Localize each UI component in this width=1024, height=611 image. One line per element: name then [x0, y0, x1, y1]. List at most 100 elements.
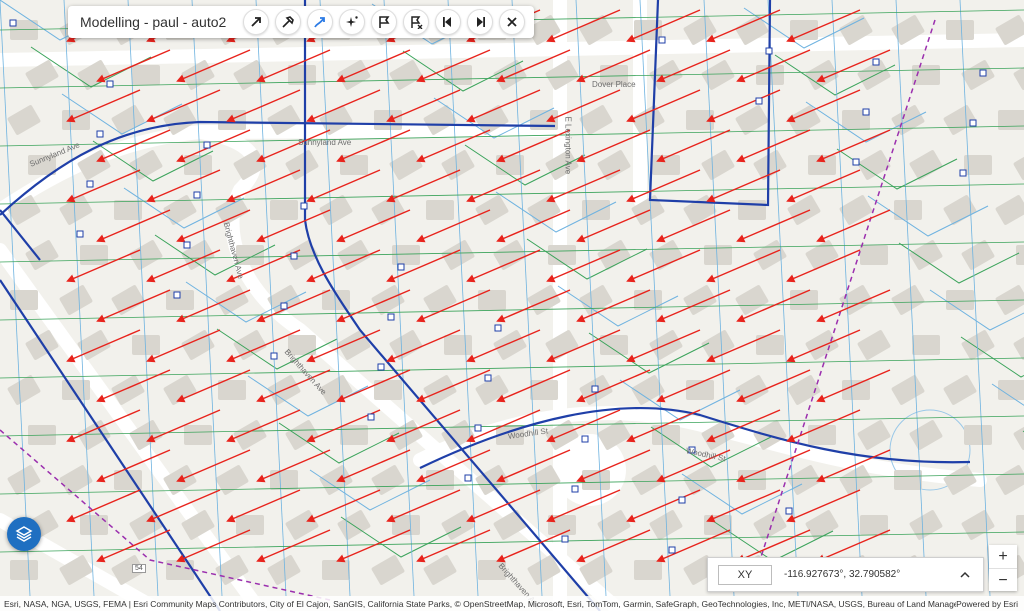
building	[62, 380, 90, 400]
sparkle-magic-button[interactable]	[339, 9, 366, 35]
building	[426, 470, 454, 490]
junction-node	[290, 252, 298, 260]
building	[808, 425, 836, 445]
junction-node	[969, 119, 977, 127]
junction-node	[581, 435, 589, 443]
sparkle-magic-icon	[346, 16, 359, 27]
building	[322, 560, 350, 580]
junction-node	[280, 302, 288, 310]
junction-node	[86, 180, 94, 188]
junction-node	[96, 130, 104, 138]
building	[548, 515, 576, 535]
toolbar-title: Modelling - paul - auto2	[80, 14, 227, 30]
coordinate-expand-button[interactable]	[953, 563, 977, 587]
zoom-control: + −	[989, 545, 1017, 591]
building	[912, 65, 940, 85]
step-back-button[interactable]	[435, 9, 462, 35]
junction-node	[387, 313, 395, 321]
building	[184, 425, 212, 445]
building	[114, 200, 142, 220]
building	[218, 110, 246, 130]
junction-node	[377, 363, 385, 371]
building	[894, 200, 922, 220]
junction-node	[474, 424, 482, 432]
hammer-tool-button[interactable]	[275, 9, 302, 35]
junction-node	[872, 58, 880, 66]
route-arrow-button[interactable]	[307, 9, 334, 35]
building	[166, 560, 194, 580]
junction-node	[173, 291, 181, 299]
zoom-out-button[interactable]: −	[989, 568, 1017, 592]
route-arrow-icon	[314, 17, 326, 28]
building	[946, 290, 974, 310]
powered-by-esri[interactable]: Powered by Esri	[956, 599, 1024, 609]
building	[600, 335, 628, 355]
building	[236, 515, 264, 535]
junction-node	[571, 485, 579, 493]
step-forward-icon	[477, 17, 486, 27]
layers-button[interactable]	[7, 517, 41, 551]
building	[1016, 245, 1024, 265]
building	[218, 380, 246, 400]
zoom-in-button[interactable]: +	[989, 545, 1017, 568]
hammer-tool-icon	[282, 16, 295, 28]
flag-remove-icon	[411, 16, 423, 29]
junction-node	[959, 169, 967, 177]
junction-node	[494, 324, 502, 332]
flag-remove-button[interactable]	[403, 9, 430, 35]
layers-icon	[15, 526, 33, 542]
junction-node	[591, 385, 599, 393]
junction-node	[9, 19, 17, 27]
building	[444, 335, 472, 355]
junction-node	[755, 97, 763, 105]
chevron-up-icon	[960, 571, 970, 578]
route-shield: 54	[132, 564, 146, 573]
building	[132, 65, 160, 85]
building	[652, 425, 680, 445]
building	[738, 470, 766, 490]
building	[270, 200, 298, 220]
select-arrow-button[interactable]	[243, 9, 270, 35]
building	[80, 515, 108, 535]
junction-node	[193, 191, 201, 199]
building	[374, 110, 402, 130]
building	[80, 245, 108, 265]
building	[842, 380, 870, 400]
junction-node	[765, 47, 773, 55]
street-label-lexington: E Lexington Ave	[563, 116, 573, 175]
modelling-toolbar: Modelling - paul - auto2	[68, 6, 535, 38]
junction-node	[183, 241, 191, 249]
attribution-bar: Esri, NASA, NGA, USGS, FEMA | Esri Commu…	[0, 596, 1024, 611]
junction-node	[464, 474, 472, 482]
map-canvas[interactable]	[0, 0, 1024, 611]
select-arrow-icon	[251, 17, 262, 27]
junction-node	[484, 374, 492, 382]
flag-button[interactable]	[371, 9, 398, 35]
step-forward-button[interactable]	[467, 9, 494, 35]
building	[998, 110, 1024, 130]
building	[530, 380, 558, 400]
building	[340, 425, 368, 445]
building	[808, 155, 836, 175]
coordinate-readout: -116.927673°, 32.790582°	[784, 569, 901, 580]
junction-node	[668, 546, 676, 554]
street-label-dover: Dover Place	[592, 80, 636, 89]
junction-node	[300, 202, 308, 210]
close-icon	[507, 17, 517, 27]
junction-node	[203, 141, 211, 149]
close-button[interactable]	[499, 9, 526, 35]
junction-node	[785, 507, 793, 515]
junction-node	[561, 535, 569, 543]
building	[426, 200, 454, 220]
junction-node	[678, 496, 686, 504]
building	[270, 470, 298, 490]
building	[946, 20, 974, 40]
attribution-text[interactable]: Esri, NASA, NGA, USGS, FEMA | Esri Commu…	[0, 599, 956, 609]
building	[704, 515, 732, 535]
flag-icon	[379, 16, 390, 28]
junction-node	[270, 352, 278, 360]
junction-node	[658, 36, 666, 44]
junction-node	[367, 413, 375, 421]
coordinate-mode-button[interactable]: XY	[718, 564, 772, 585]
step-back-icon	[443, 17, 452, 27]
